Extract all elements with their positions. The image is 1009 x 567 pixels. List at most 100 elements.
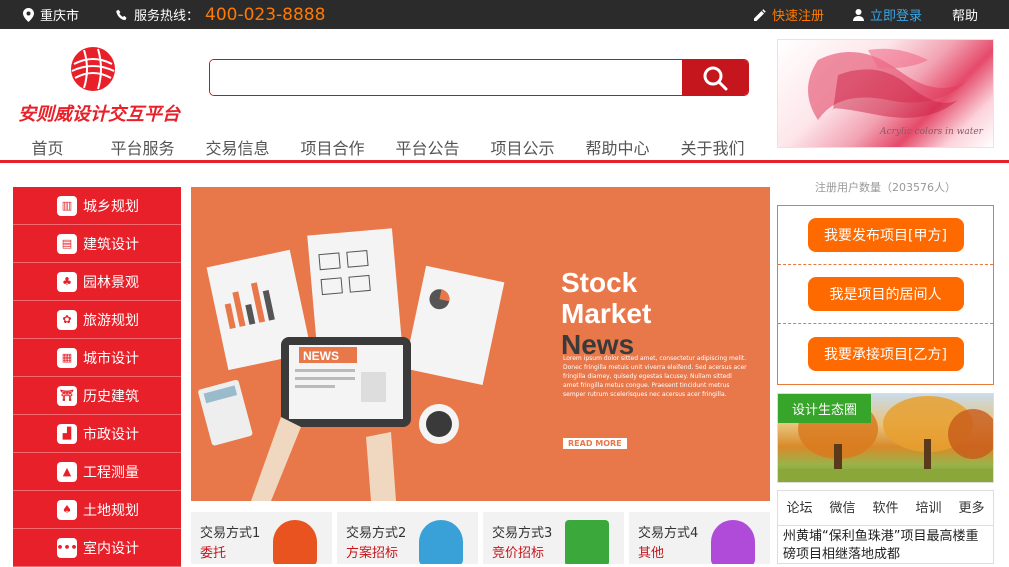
trade-methods: 交易方式1 委托 交易方式2 方案招标 交易方式3 竞价招标 交易方式4 其他 [191, 512, 770, 564]
sidebar-item-label: 建筑设计 [83, 236, 139, 253]
sidebar-item-label: 室内设计 [83, 540, 139, 557]
nav-help-center[interactable]: 帮助中心 [570, 135, 665, 161]
user-icon [853, 8, 864, 21]
tab-software[interactable]: 软件 [864, 491, 907, 525]
news-item[interactable]: 州黄埔“保利鱼珠港”项目最高楼重磅项目相继落地成都 [778, 526, 993, 563]
sidebar-item-landscape[interactable]: ♣ 园林景观 [13, 263, 181, 301]
sidebar-item-label: 土地规划 [83, 502, 139, 519]
tree-icon: ♣ [57, 271, 77, 292]
logo-text: 安则威设计交互平台 [18, 104, 180, 125]
header: 安则威设计交互平台 Acrylic colors in water 首页 平台服… [0, 29, 1009, 164]
building-icon: ▤ [57, 233, 77, 254]
sidebar-item-label: 园林景观 [83, 274, 139, 291]
sidebar-item-label: 城市设计 [83, 350, 139, 367]
trade-card-1[interactable]: 交易方式1 委托 [191, 512, 332, 564]
heritage-icon: ⛩ [57, 385, 77, 406]
intermediary-button[interactable]: 我是项目的居间人 [807, 277, 964, 311]
mascot-icon [419, 520, 463, 564]
nav-services[interactable]: 平台服务 [95, 135, 190, 161]
sidebar-item-interior[interactable]: ••• 室内设计 [13, 529, 181, 567]
news-tag: NEWS [303, 349, 339, 363]
top-bar: 重庆市 服务热线： 400-023-8888 快速注册 立即登录 帮助 [0, 0, 1009, 29]
trade-title: 交易方式1 [200, 526, 261, 541]
nav-trading[interactable]: 交易信息 [190, 135, 285, 161]
trade-title: 交易方式3 [492, 526, 553, 541]
tab-wechat[interactable]: 微信 [821, 491, 864, 525]
ad-banner[interactable]: Acrylic colors in water [777, 39, 994, 148]
nav-home[interactable]: 首页 [0, 135, 95, 161]
sidebar-item-tourism[interactable]: ✿ 旅游规划 [13, 301, 181, 339]
city-icon: ▥ [57, 195, 77, 216]
community-tabs: 论坛 微信 软件 培训 更多 [778, 491, 993, 526]
hotline: 服务热线： 400-023-8888 [116, 0, 325, 29]
tab-forum[interactable]: 论坛 [778, 491, 821, 525]
sidebar-item-label: 市政设计 [83, 426, 139, 443]
ecosystem-label: 设计生态圈 [778, 394, 872, 423]
logo-mark-icon [71, 47, 115, 91]
header-divider [0, 160, 1009, 163]
sidebar-item-urban-rural-planning[interactable]: ▥ 城乡规划 [13, 187, 181, 225]
search-button[interactable] [682, 60, 748, 95]
read-more-button[interactable]: READ MORE [563, 438, 627, 449]
help-label: 帮助 [952, 9, 979, 24]
sidebar-item-survey[interactable]: ▲ 工程测量 [13, 453, 181, 491]
sidebar-item-label: 工程测量 [83, 464, 139, 481]
banner-headline: Stock Market News [561, 267, 651, 360]
mascot-icon [565, 520, 609, 564]
sidebar-item-municipal[interactable]: ▟ 市政设计 [13, 415, 181, 453]
travel-icon: ✿ [57, 309, 77, 330]
register-link[interactable]: 快速注册 [754, 0, 824, 29]
logo[interactable]: 安则威设计交互平台 [14, 46, 184, 126]
trade-card-3[interactable]: 交易方式3 竞价招标 [483, 512, 624, 564]
banner-body: Lorem ipsum dolor sitted amet, consectet… [563, 355, 747, 398]
design-ecosystem-banner[interactable]: 设计生态圈 [777, 393, 994, 483]
sidebar-item-urban-design[interactable]: ▦ 城市设计 [13, 339, 181, 377]
category-sidebar: ▥ 城乡规划 ▤ 建筑设计 ♣ 园林景观 ✿ 旅游规划 ▦ 城市设计 ⛩ 历史建筑 ▟ 市政设… [13, 187, 181, 567]
sidebar-item-label: 旅游规划 [83, 312, 139, 329]
trade-type: 竞价招标 [492, 546, 545, 561]
login-link[interactable]: 立即登录 [853, 0, 922, 29]
register-label: 快速注册 [772, 9, 825, 24]
headline-stock: Stock [561, 267, 638, 298]
sidebar-item-label: 历史建筑 [83, 388, 139, 405]
survey-icon: ▲ [57, 461, 77, 482]
main-nav: 首页 平台服务 交易信息 项目合作 平台公告 项目公示 帮助中心 关于我们 [0, 135, 770, 161]
news-illustration: NEWS [198, 228, 505, 501]
location-pin-icon [23, 7, 34, 22]
login-label: 立即登录 [870, 9, 923, 24]
undertake-project-button[interactable]: 我要承接项目[乙方] [807, 336, 964, 371]
search-icon [703, 66, 728, 90]
phone-icon [116, 9, 127, 20]
nav-cooperation[interactable]: 项目合作 [285, 135, 380, 161]
tab-training[interactable]: 培训 [907, 491, 950, 525]
hotline-label: 服务热线： [134, 9, 200, 24]
pencil-icon [754, 8, 766, 21]
nav-project-notice[interactable]: 项目公示 [475, 135, 570, 161]
trade-title: 交易方式4 [638, 526, 699, 541]
trade-type: 方案招标 [346, 546, 399, 561]
land-icon: ♠ [57, 499, 77, 520]
hotline-number: 400-023-8888 [205, 4, 326, 25]
trade-card-2[interactable]: 交易方式2 方案招标 [337, 512, 478, 564]
interior-icon: ••• [56, 537, 78, 558]
mascot-icon [711, 520, 755, 564]
sidebar-item-land-planning[interactable]: ♠ 土地规划 [13, 491, 181, 529]
nav-announcements[interactable]: 平台公告 [380, 135, 475, 161]
trade-type: 其他 [638, 546, 665, 561]
location[interactable]: 重庆市 [23, 0, 79, 29]
help-link[interactable]: 帮助 [952, 0, 978, 29]
trade-card-4[interactable]: 交易方式4 其他 [629, 512, 770, 564]
nav-about[interactable]: 关于我们 [665, 135, 760, 161]
publish-project-button[interactable]: 我要发布项目[甲方] [807, 218, 964, 252]
factory-icon: ▟ [57, 423, 77, 444]
headline-market: Market [561, 298, 652, 329]
sidebar-item-historic[interactable]: ⛩ 历史建筑 [13, 377, 181, 415]
hero-banner[interactable]: NEWS Stock Market News Lorem ipsum dolor… [191, 187, 770, 501]
user-count: 注册用户数量（203576人） [815, 181, 956, 194]
search-input[interactable] [210, 60, 682, 95]
sidebar-item-architecture[interactable]: ▤ 建筑设计 [13, 225, 181, 263]
role-buttons-panel: 我要发布项目[甲方] 我是项目的居间人 我要承接项目[乙方] [777, 205, 994, 385]
tab-more[interactable]: 更多 [950, 491, 993, 525]
urban-icon: ▦ [57, 347, 77, 368]
trade-type: 委托 [200, 546, 227, 561]
